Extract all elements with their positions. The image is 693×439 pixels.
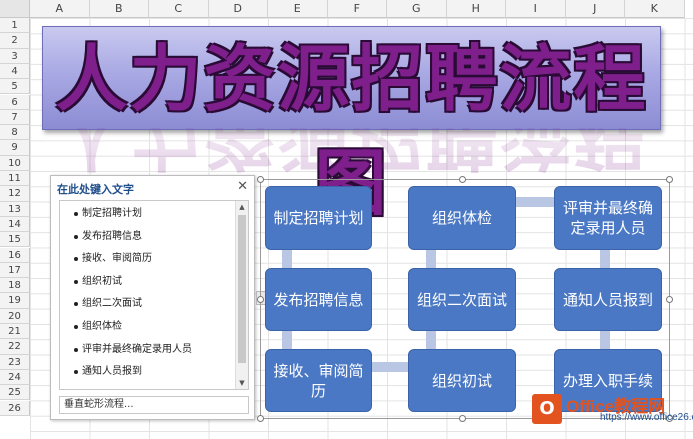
row-header[interactable]: 18 [0,278,30,294]
connector [282,250,292,268]
spreadsheet-sheet: ABCDEFGHIJK 1 2 3 4 5 6 7 8 9 10 11 12 13 14 15 16 17 18 1… [0,0,693,439]
process-box-3[interactable]: 接收、审阅简历 [265,349,372,412]
row-header[interactable]: 19 [0,293,30,309]
process-box-5[interactable]: 组织二次面试 [408,268,516,331]
pane-list-item[interactable]: 评审并最终确定录用人员 [60,339,232,362]
column-header[interactable]: I [506,0,566,18]
process-box-2[interactable]: 发布招聘信息 [265,268,372,331]
row-header[interactable]: 12 [0,186,30,202]
resize-handle-l[interactable] [257,296,264,303]
row-header[interactable]: 25 [0,385,30,401]
row-header[interactable]: 23 [0,354,30,370]
row-header[interactable]: 13 [0,201,30,217]
column-header[interactable]: A [30,0,90,18]
layout-name-link[interactable]: 垂直蛇形流程... [59,396,249,414]
scroll-up-icon[interactable]: ▲ [236,201,248,213]
resize-handle-tr[interactable] [666,176,673,183]
column-header[interactable]: C [149,0,209,18]
column-header[interactable]: B [89,0,149,18]
column-header[interactable]: F [327,0,387,18]
row-header[interactable]: 4 [0,63,30,80]
column-header[interactable]: K [625,0,685,18]
connector [600,250,610,268]
scroll-thumb[interactable] [238,215,246,363]
column-header[interactable]: D [208,0,268,18]
row-header[interactable]: 24 [0,369,30,386]
watermark-partial-url: https:// [600,412,631,423]
watermark-logo: O Office教程网 https://www.office26.com [528,390,693,439]
row-header[interactable]: 16 [0,247,30,263]
connector [600,331,610,349]
row-header[interactable]: 15 [0,232,30,248]
smartart-text-pane[interactable]: 在此处键入文字 ✕ 制定招聘计划 发布招聘信息 接收、审阅简历 组织初试 组织二次面试组… [50,175,255,420]
row-header[interactable]: 2 [0,33,30,49]
row-header[interactable]: 1 [0,18,30,34]
process-box-8[interactable]: 通知人员报到 [554,268,662,331]
row-header[interactable]: 14 [0,216,30,233]
pane-list-item[interactable]: 通知人员报到 [60,361,232,384]
pane-list-item[interactable]: 制定招聘计划 [60,203,232,226]
row-header[interactable]: 6 [0,94,30,110]
pane-list-item[interactable]: 发布招聘信息 [60,226,232,249]
pane-list-item[interactable]: 组织初试 [60,271,232,294]
connector [426,331,436,349]
connector [426,250,436,268]
resize-handle-tl[interactable] [257,176,264,183]
row-header[interactable]: 20 [0,308,30,324]
resize-handle-b[interactable] [459,415,466,422]
column-header[interactable]: J [565,0,625,18]
process-box-7[interactable]: 评审并最终确定录用人员 [554,186,662,250]
process-box-4[interactable]: 组织初试 [408,349,516,412]
watermark-site: www.office26.com [630,412,693,423]
pane-list-item[interactable]: 组织二次面试 [60,293,232,316]
resize-handle-r[interactable] [666,296,673,303]
pane-list-item[interactable]: 组织体检 [60,316,232,339]
row-header[interactable]: 22 [0,339,30,355]
row-header[interactable]: 9 [0,140,30,156]
row-header[interactable]: 11 [0,171,30,187]
column-header[interactable]: E [268,0,328,18]
scroll-down-icon[interactable]: ▼ [236,377,248,389]
banner-title: 人力资源招聘流程图 [55,36,648,225]
process-box-6[interactable]: 组织体检 [408,186,516,250]
pane-scrollbar[interactable]: ▲ ▼ [235,201,248,389]
pane-text-list[interactable]: 制定招聘计划 发布招聘信息 接收、审阅简历 组织初试 组织二次面试 组织体检 评审并最终确定… [59,200,249,390]
row-header[interactable]: 5 [0,79,30,95]
resize-handle-t[interactable] [459,176,466,183]
process-box-1[interactable]: 制定招聘计划 [265,186,372,250]
connector [516,197,554,207]
row-header[interactable]: 21 [0,324,30,340]
connector [372,362,408,372]
pane-list-item[interactable]: 接收、审阅简历 [60,248,232,271]
title-banner[interactable]: 人力资源招聘流程图 [42,26,661,225]
row-header[interactable]: 10 [0,155,30,171]
column-header[interactable]: H [446,0,506,18]
row-header[interactable]: 8 [0,125,30,141]
row-header[interactable]: 17 [0,262,30,279]
column-header[interactable]: G [387,0,447,18]
row-header[interactable]: 3 [0,48,30,64]
select-all-corner[interactable] [0,0,30,18]
pane-title: 在此处键入文字 [57,183,134,196]
row-header[interactable]: 26 [0,400,30,416]
close-icon[interactable]: ✕ [237,179,248,194]
watermark-url: https://www.office26.com [600,412,693,423]
resize-handle-bl[interactable] [257,415,264,422]
connector [282,331,292,349]
row-header[interactable]: 7 [0,109,30,126]
office-logo-icon: O [532,394,562,424]
